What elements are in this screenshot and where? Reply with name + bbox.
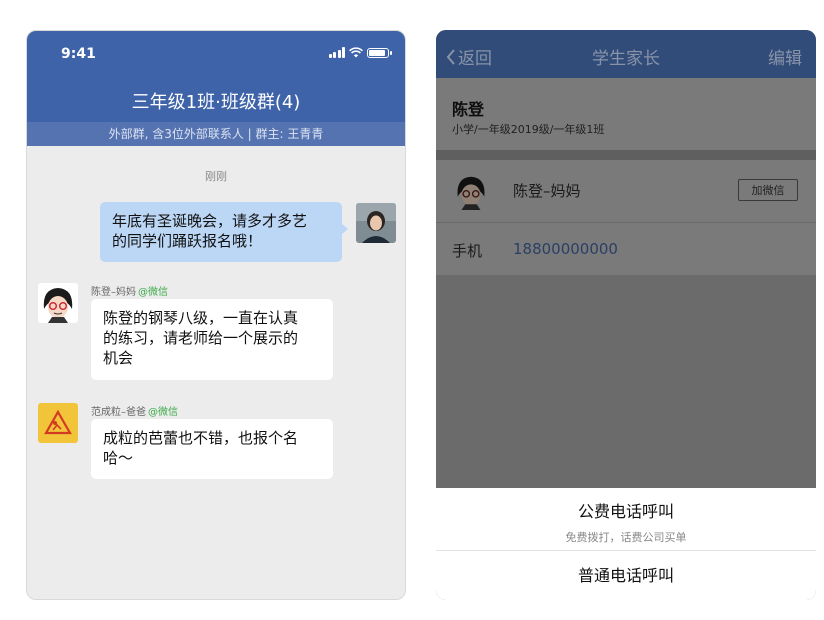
message-bubble-parent[interactable]: 成粒的芭蕾也不错，也报个名 哈～ — [91, 419, 333, 479]
section-divider — [436, 150, 816, 160]
sender-label: 范成粒–爸爸 — [91, 407, 146, 418]
add-wechat-button[interactable]: 加微信 — [738, 179, 798, 201]
student-card: 陈登 小学/一年级2019级/一年级1班 — [436, 78, 816, 150]
warning-sign-icon — [38, 403, 78, 443]
sender-name: 陈登–妈妈 @微信 — [91, 283, 168, 298]
time-separator: 刚刚 — [205, 170, 227, 183]
free-call-option[interactable]: 公费电话呼叫 免费拨打，话费公司买单 — [436, 488, 816, 551]
cartoon-girl-icon — [38, 283, 78, 323]
message-bubble-self[interactable]: 年底有圣诞晚会，请多才多艺 的同学们踊跃报名哦！ — [100, 202, 342, 262]
message-bubble-parent[interactable]: 陈登的钢琴八级，一直在认真 的练习，请老师给一个展示的 机会 — [91, 299, 333, 380]
student-name: 陈登 — [452, 100, 485, 119]
phone-row[interactable]: 手机 18800000000 — [436, 223, 816, 275]
parent-avatar[interactable] — [38, 403, 78, 443]
phone-number[interactable]: 18800000000 — [513, 240, 618, 258]
parent-row[interactable]: 陈登–妈妈 加微信 — [436, 160, 816, 223]
message-text: 陈登的钢琴八级，一直在认真 — [103, 309, 299, 327]
wechat-tag: @微信 — [138, 287, 168, 298]
call-action-sheet: 公费电话呼叫 免费拨打，话费公司买单 普通电话呼叫 — [436, 488, 816, 600]
teacher-avatar[interactable] — [356, 203, 396, 243]
sender-label: 陈登–妈妈 — [91, 287, 136, 298]
message-text: 机会 — [103, 349, 134, 367]
parent-avatar[interactable] — [38, 283, 78, 323]
message-text: 的练习，请老师给一个展示的 — [103, 329, 299, 347]
message-text: 成粒的芭蕾也不错，也报个名 — [103, 429, 299, 447]
chat-screen: 9:41 三年级1班·班级群(4) 外部群, 含3位外部联系人 | 群主: 王青… — [26, 30, 406, 600]
sender-name: 范成粒–爸爸 @微信 — [91, 403, 178, 418]
status-icons — [328, 47, 392, 58]
teacher-photo-icon — [356, 203, 396, 243]
nav-title: 学生家长 — [592, 49, 660, 69]
group-title[interactable]: 三年级1班·班级群(4) — [27, 88, 405, 114]
message-text: 的同学们踊跃报名哦！ — [112, 232, 263, 250]
parent-name: 陈登–妈妈 — [513, 182, 581, 200]
signal-icon — [328, 47, 345, 58]
group-subtitle: 外部群, 含3位外部联系人 | 群主: 王青青 — [27, 122, 405, 146]
phone-label: 手机 — [452, 242, 483, 260]
free-call-subtitle: 免费拨打，话费公司买单 — [565, 531, 687, 544]
message-text: 哈～ — [103, 449, 134, 467]
free-call-title: 公费电话呼叫 — [577, 502, 674, 521]
status-time: 9:41 — [61, 46, 96, 62]
parent-detail-screen: 返回 学生家长 编辑 陈登 小学/一年级2019级/一年级1班 陈登–妈妈 加微… — [436, 30, 816, 600]
nav-bar: 返回 学生家长 编辑 — [436, 30, 816, 78]
message-text: 年底有圣诞晚会，请多才多艺 — [112, 212, 308, 230]
bubble-tail — [341, 223, 348, 235]
student-class: 小学/一年级2019级/一年级1班 — [452, 123, 605, 136]
chat-header: 9:41 三年级1班·班级群(4) 外部群, 含3位外部联系人 | 群主: 王青… — [27, 31, 405, 146]
edit-button[interactable]: 编辑 — [768, 44, 802, 69]
wechat-tag: @微信 — [148, 407, 178, 418]
battery-icon — [367, 47, 392, 58]
normal-call-option[interactable]: 普通电话呼叫 — [436, 551, 816, 600]
wifi-icon — [349, 47, 363, 58]
cartoon-girl-icon — [457, 176, 485, 210]
